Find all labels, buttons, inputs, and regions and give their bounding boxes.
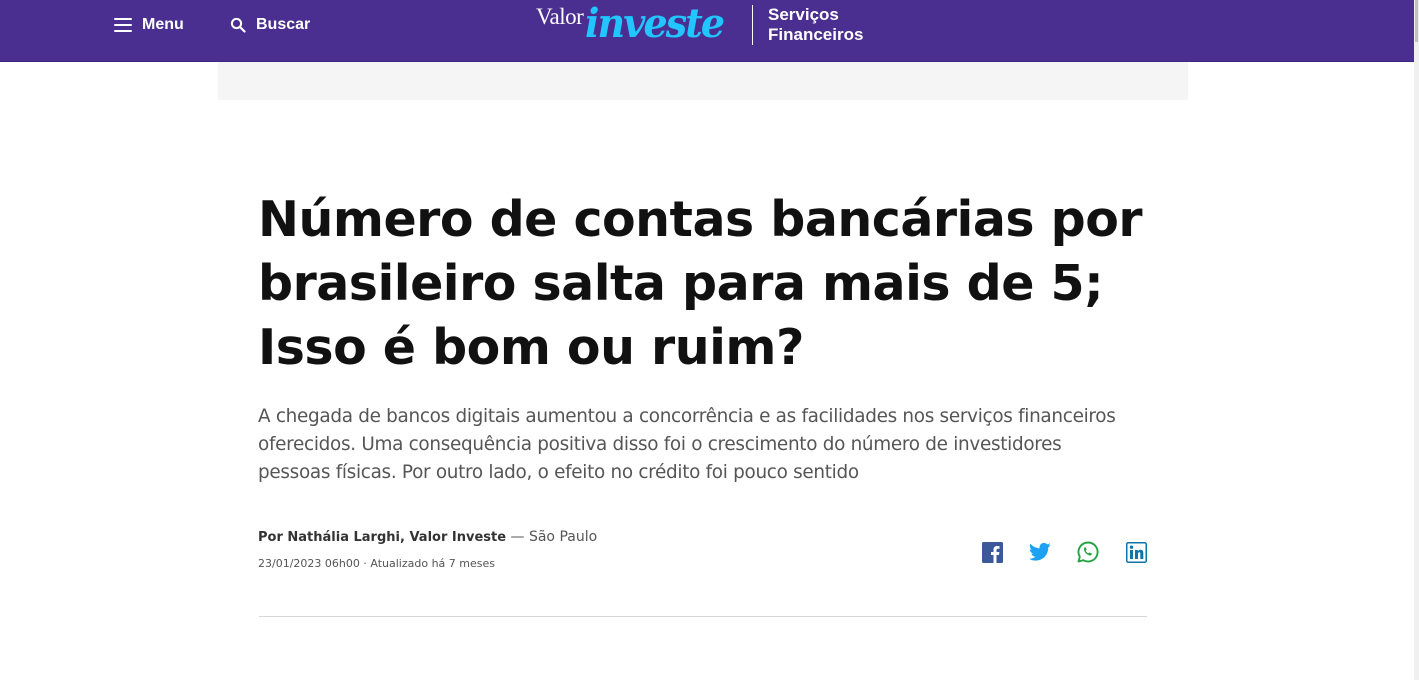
facebook-icon (981, 541, 1003, 563)
whatsapp-icon (1077, 541, 1099, 563)
article-dateline: 23/01/2023 06h00 · Atualizado há 7 meses (258, 557, 495, 570)
logo-valor-text: Valor (536, 4, 584, 29)
hamburger-icon (114, 18, 132, 32)
share-whatsapp-button[interactable] (1076, 540, 1100, 564)
article-location: São Paulo (528, 529, 598, 545)
search-icon (230, 17, 246, 33)
logo-investe-text: investe (585, 0, 725, 47)
article-subtitle: A chegada de bancos digitais aumentou a … (258, 406, 1116, 483)
scrollbar-thumb[interactable] (1415, 0, 1418, 42)
section-title-servicos-financeiros[interactable]: Serviços Financeiros (768, 5, 908, 45)
twitter-icon (1029, 542, 1051, 561)
linkedin-icon (1125, 541, 1147, 563)
share-twitter-button[interactable] (1028, 540, 1052, 564)
article-header-divider (259, 616, 1147, 617)
section-title-line-2: Financeiros (768, 25, 864, 44)
article-byline: Por Nathália Larghi, Valor Investe — São… (258, 528, 597, 545)
article-author[interactable]: Por Nathália Larghi, Valor Investe (258, 530, 506, 545)
page-scrollbar[interactable] (1414, 0, 1419, 680)
search-label: Buscar (256, 16, 311, 33)
menu-button[interactable]: Menu (114, 13, 184, 37)
dateline-separator: · (359, 557, 371, 570)
top-navigation-bar: Menu Buscar Valor investe Serviços Finan… (0, 0, 1414, 62)
share-facebook-button[interactable] (980, 540, 1004, 564)
menu-label: Menu (142, 16, 184, 33)
logo-divider (752, 5, 753, 45)
article-headline: Número de contas bancárias por brasileir… (258, 191, 1143, 376)
share-linkedin-button[interactable] (1124, 540, 1148, 564)
section-title-line-1: Serviços (768, 5, 839, 24)
updated-time: Atualizado há 7 meses (370, 557, 495, 570)
byline-separator: — (506, 529, 529, 545)
search-button[interactable]: Buscar (230, 13, 310, 37)
valor-investe-logo[interactable]: Valor investe (536, 2, 731, 44)
advertisement-placeholder (218, 62, 1188, 100)
publish-date: 23/01/2023 06h00 (258, 557, 360, 570)
